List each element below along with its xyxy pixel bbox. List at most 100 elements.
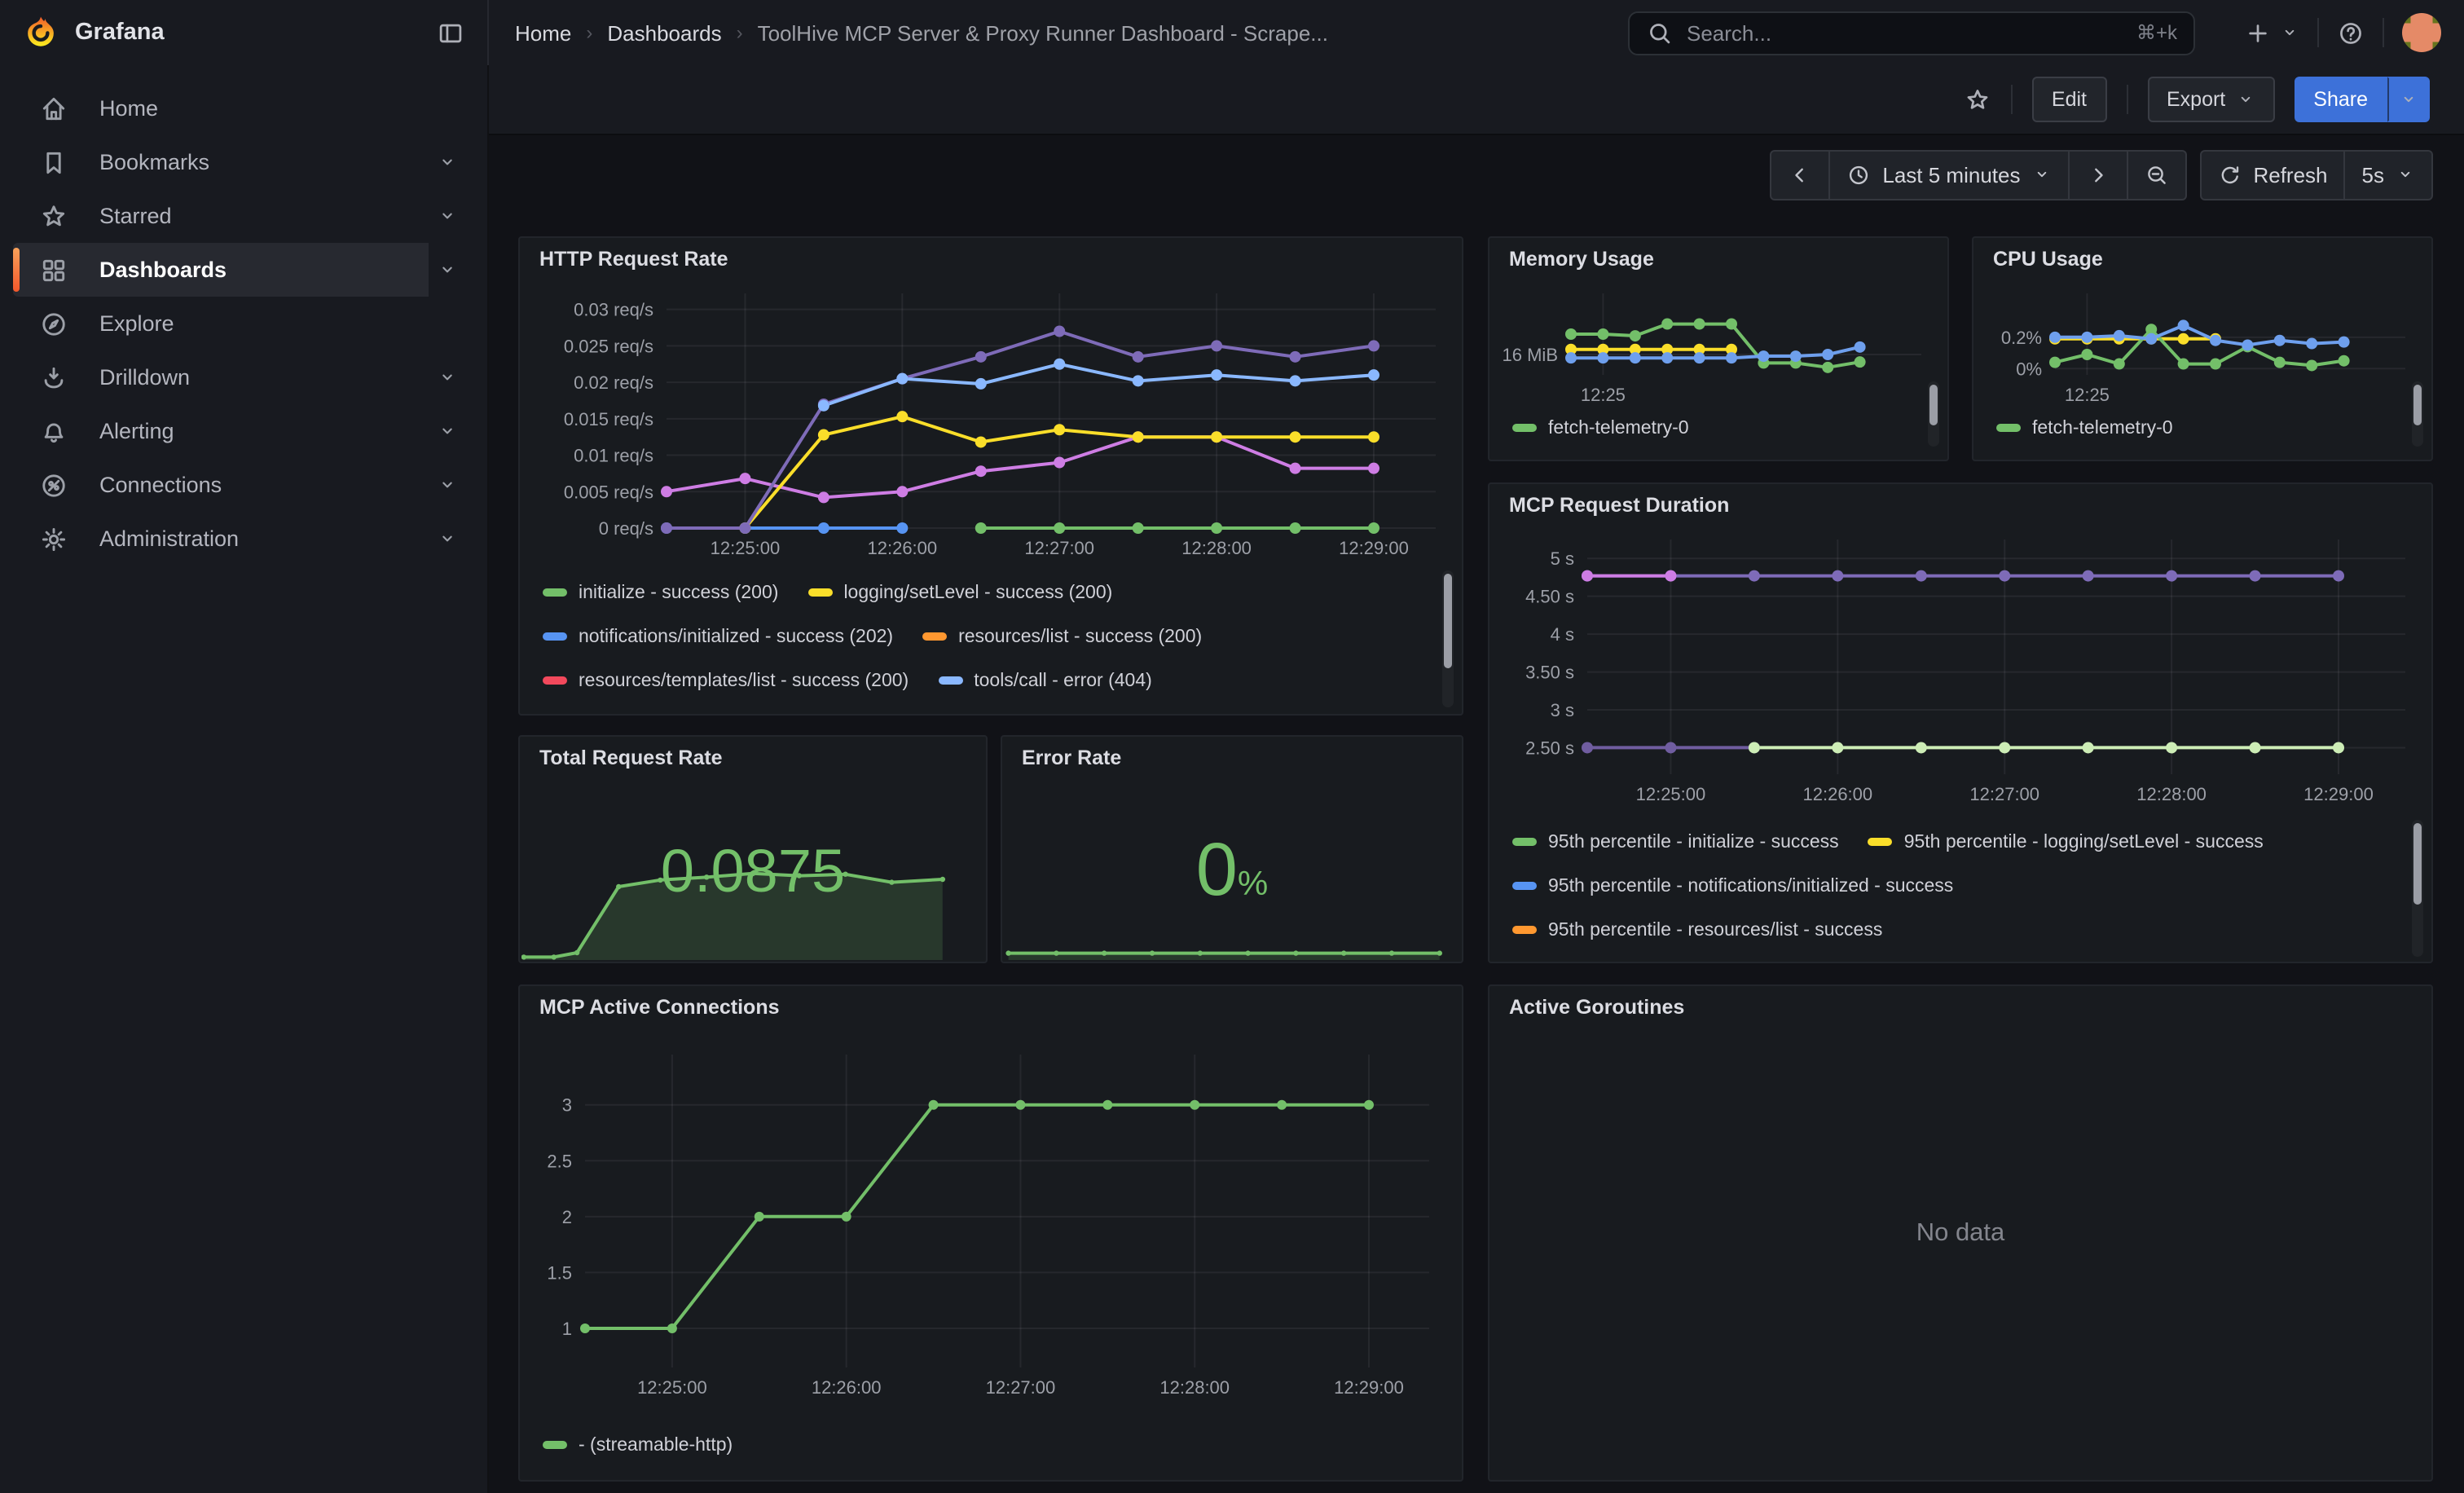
legend-scrollbar[interactable] bbox=[1928, 381, 1939, 447]
panel-title[interactable]: MCP Request Duration bbox=[1509, 494, 1729, 517]
sidebar-item-label: Bookmarks bbox=[99, 150, 209, 174]
zoom-out-button[interactable] bbox=[2127, 149, 2186, 200]
sidebar-item-dashboards[interactable]: Dashboards bbox=[13, 243, 474, 297]
legend-label: fetch-telemetry-0 bbox=[2032, 418, 2173, 438]
svg-text:12:26:00: 12:26:00 bbox=[1803, 784, 1873, 804]
mcp-request-duration-chart[interactable]: 5 s4.50 s4 s3.50 s3 s2.50 s12:25:0012:26… bbox=[1489, 526, 2431, 817]
svg-text:4 s: 4 s bbox=[1551, 624, 1574, 645]
svg-text:0.2%: 0.2% bbox=[2001, 328, 2042, 348]
cpu-usage-chart[interactable]: 0.2%0%12:25 bbox=[1973, 277, 2431, 404]
search-shortcut: ⌘+k bbox=[2136, 21, 2177, 44]
sidebar-item-connections[interactable]: Connections bbox=[13, 458, 474, 512]
share-menu-chevron-down-icon[interactable] bbox=[2387, 77, 2430, 122]
legend-item[interactable]: logging/setLevel - success (200) bbox=[807, 583, 1112, 602]
panel-title[interactable]: HTTP Request Rate bbox=[539, 248, 728, 271]
legend-item[interactable]: initialize - success (200) bbox=[543, 583, 778, 602]
home-icon bbox=[39, 94, 68, 123]
chevron-down-icon[interactable] bbox=[437, 528, 458, 549]
svg-text:12:28:00: 12:28:00 bbox=[2136, 784, 2207, 804]
sidebar-item-drilldown[interactable]: Drilldown bbox=[13, 350, 474, 404]
refresh-button[interactable]: Refresh bbox=[2199, 149, 2345, 200]
chevron-down-icon[interactable] bbox=[437, 259, 458, 280]
scrollbar-thumb[interactable] bbox=[2413, 385, 2422, 425]
svg-text:12:27:00: 12:27:00 bbox=[1024, 538, 1094, 558]
error-rate-sparkline[interactable] bbox=[1004, 940, 1460, 960]
sidebar-item-label: Administration bbox=[99, 526, 239, 551]
sidebar-item-administration[interactable]: Administration bbox=[13, 512, 474, 566]
sidebar-item-starred[interactable]: Starred bbox=[13, 189, 474, 243]
legend-item[interactable]: 95th percentile - resources/list - succe… bbox=[1512, 920, 1882, 940]
panel-title[interactable]: Error Rate bbox=[1022, 746, 1121, 769]
legend-item[interactable]: fetch-telemetry-0 bbox=[1512, 418, 1689, 438]
star-icon[interactable] bbox=[1964, 86, 1991, 113]
legend-row: 95th percentile - initialize - success 95… bbox=[1512, 820, 2405, 864]
panel-active-goroutines: Active Goroutines No data bbox=[1488, 984, 2433, 1482]
svg-text:1: 1 bbox=[562, 1319, 572, 1339]
chevron-left-icon bbox=[1788, 162, 1812, 187]
breadcrumb-item[interactable]: Home bbox=[515, 20, 571, 45]
chevron-down-icon[interactable] bbox=[437, 474, 458, 495]
sidebar-item-alerting[interactable]: Alerting bbox=[13, 404, 474, 458]
legend-scrollbar[interactable] bbox=[1442, 570, 1454, 707]
sidebar-item-explore[interactable]: Explore bbox=[13, 297, 474, 350]
chevron-down-icon[interactable] bbox=[437, 421, 458, 442]
scrollbar-thumb[interactable] bbox=[1444, 574, 1452, 668]
no-data-message: No data bbox=[1916, 1218, 2005, 1248]
breadcrumb-separator: › bbox=[586, 21, 592, 44]
legend-row: tools/call - success (200)tools/list - s… bbox=[543, 702, 1436, 707]
legend-item[interactable]: notifications/initialized - success (202… bbox=[543, 627, 893, 646]
panel-title[interactable]: Active Goroutines bbox=[1509, 996, 1684, 1019]
legend-item[interactable]: 95th percentile - logging/setLevel - suc… bbox=[1868, 832, 2264, 852]
chevron-down-icon[interactable] bbox=[437, 367, 458, 388]
refresh-interval-picker[interactable]: 5s bbox=[2346, 149, 2433, 200]
panel-title[interactable]: Memory Usage bbox=[1509, 248, 1654, 271]
legend-scrollbar[interactable] bbox=[2412, 381, 2423, 447]
stat-value: 0% bbox=[1002, 831, 1462, 906]
legend-color-chip bbox=[543, 588, 567, 597]
chevron-down-icon[interactable] bbox=[437, 205, 458, 227]
search-input[interactable]: Search... ⌘+k bbox=[1628, 11, 2195, 55]
add-menu-chevron-down-icon[interactable] bbox=[2290, 23, 2299, 42]
legend-scrollbar[interactable] bbox=[2412, 820, 2423, 957]
chevron-down-icon[interactable] bbox=[437, 152, 458, 173]
time-range-picker[interactable]: Last 5 minutes bbox=[1830, 149, 2069, 200]
legend-row: initialize - success (200) logging/setLev… bbox=[543, 570, 1436, 614]
clock-icon bbox=[1846, 162, 1871, 187]
scrollbar-thumb[interactable] bbox=[1929, 385, 1938, 425]
help-icon[interactable] bbox=[2337, 19, 2365, 46]
legend-item[interactable]: 95th percentile - initialize - success bbox=[1512, 832, 1839, 852]
panel-title[interactable]: MCP Active Connections bbox=[539, 996, 780, 1019]
panel-title[interactable]: Total Request Rate bbox=[539, 746, 723, 769]
breadcrumb-item[interactable]: Dashboards bbox=[607, 20, 721, 45]
mcp-active-connections-chart[interactable]: 32.521.5112:25:0012:26:0012:27:0012:28:0… bbox=[520, 1032, 1462, 1423]
legend-item[interactable]: resources/templates/list - success (200) bbox=[543, 671, 909, 690]
panel-title[interactable]: CPU Usage bbox=[1993, 248, 2103, 271]
active-connections-legend: - (streamable-http) bbox=[543, 1423, 733, 1467]
legend-color-chip bbox=[1512, 882, 1537, 890]
scrollbar-thumb[interactable] bbox=[2413, 823, 2422, 905]
legend-item[interactable]: fetch-telemetry-0 bbox=[1996, 418, 2173, 438]
sidebar-item-home[interactable]: Home bbox=[13, 81, 474, 135]
legend-item[interactable]: - (streamable-http) bbox=[543, 1435, 733, 1455]
memory-usage-chart[interactable]: 16 MiB12:25 bbox=[1489, 277, 1947, 404]
sidebar-toggle-icon[interactable] bbox=[437, 19, 464, 46]
export-button[interactable]: Export bbox=[2147, 77, 2274, 122]
legend-item[interactable]: resources/list - success (200) bbox=[922, 627, 1202, 646]
stat-unit: % bbox=[1238, 865, 1268, 903]
time-shift-back-button[interactable] bbox=[1770, 149, 1830, 200]
legend-color-chip bbox=[938, 676, 962, 685]
time-shift-forward-button[interactable] bbox=[2069, 149, 2127, 200]
svg-text:2.5: 2.5 bbox=[547, 1151, 572, 1171]
top-bar-brand-section: Grafana bbox=[0, 0, 489, 65]
legend-item[interactable]: tools/call - error (404) bbox=[938, 671, 1152, 690]
legend-row: resources/templates/list - success (200)… bbox=[543, 658, 1436, 702]
divider bbox=[2126, 85, 2127, 114]
svg-text:3: 3 bbox=[562, 1095, 572, 1116]
http-request-rate-chart[interactable]: 0.03 req/s0.025 req/s0.02 req/s0.015 req… bbox=[520, 280, 1462, 567]
add-icon[interactable] bbox=[2244, 19, 2272, 46]
edit-button[interactable]: Edit bbox=[2032, 77, 2106, 122]
sidebar-item-bookmarks[interactable]: Bookmarks bbox=[13, 135, 474, 189]
avatar[interactable] bbox=[2402, 13, 2441, 52]
legend-item[interactable]: 95th percentile - notifications/initiali… bbox=[1512, 876, 1953, 896]
share-button[interactable]: Share bbox=[2294, 77, 2387, 122]
